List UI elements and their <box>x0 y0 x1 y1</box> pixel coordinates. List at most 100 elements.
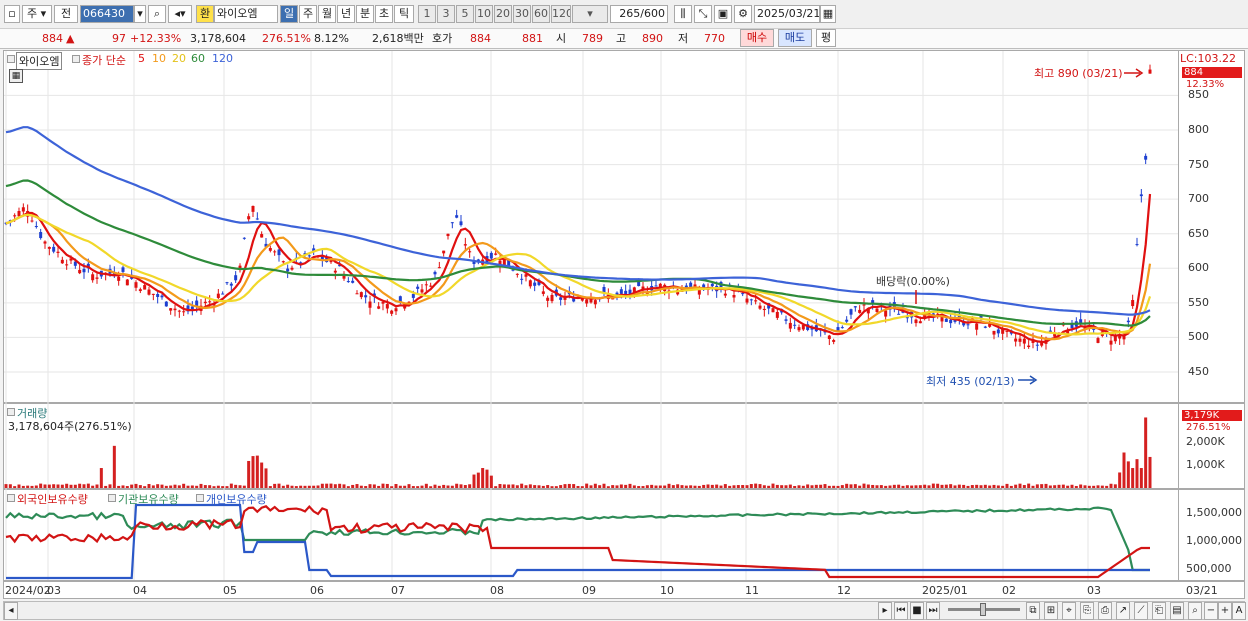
candle-body <box>381 302 385 304</box>
last-page-icon[interactable]: ⏭ <box>926 602 940 620</box>
fibo-tool-icon[interactable]: ⟋ <box>1134 602 1148 620</box>
volume-bar <box>1031 485 1035 488</box>
volume-bar <box>697 485 701 488</box>
volume-bar <box>346 486 350 488</box>
volume-bar <box>1100 485 1104 488</box>
volume-bar <box>814 484 818 488</box>
legend-toggle-icon[interactable] <box>7 55 15 63</box>
volume-bar <box>60 484 64 488</box>
dividend-note: 배당락(0.00%) <box>876 275 950 288</box>
volume-bar <box>117 485 121 488</box>
x-axis-label: 08 <box>490 584 504 597</box>
zoom-slider-thumb[interactable] <box>980 603 986 616</box>
x-axis-label: 03 <box>47 584 61 597</box>
volume-bar <box>8 484 12 488</box>
volume-bar <box>442 484 446 488</box>
volume-bar <box>845 483 849 488</box>
volume-bar <box>182 483 186 488</box>
line-tool-icon[interactable]: ↗ <box>1116 602 1130 620</box>
candle-body <box>559 297 563 300</box>
volume-tick-2000k: 2,000K <box>1186 435 1225 448</box>
volume-bar <box>359 485 363 488</box>
volume-bar <box>39 483 43 488</box>
foreign-holding-line <box>5 504 1150 579</box>
volume-bar <box>949 484 953 488</box>
volume-bar <box>1079 484 1083 488</box>
volume-bar <box>1113 484 1117 488</box>
candle-body <box>390 310 394 314</box>
layout-icon[interactable]: ⧉ <box>1026 602 1040 620</box>
x-axis-label: 03 <box>1087 584 1101 597</box>
retail-legend-icon[interactable] <box>196 494 204 502</box>
price-tick: 500 <box>1188 330 1209 344</box>
volume-bar <box>550 486 554 488</box>
volume-bar <box>1087 485 1091 488</box>
volume-bar <box>520 483 524 488</box>
inst-legend-icon[interactable] <box>108 494 116 502</box>
window-split-icon[interactable]: ⊞ <box>1044 602 1058 620</box>
price-tick: 800 <box>1188 123 1209 136</box>
candle-body <box>260 234 264 238</box>
candle-body <box>411 293 415 298</box>
volume-bar <box>377 485 381 488</box>
volume-bar <box>143 486 147 488</box>
candle-body <box>992 330 996 335</box>
volume-bar <box>624 484 628 488</box>
ma20-line <box>5 213 1152 336</box>
volume-bar <box>914 485 918 488</box>
volume-bar <box>156 484 160 488</box>
volume-bar <box>160 484 164 488</box>
volume-bar <box>554 486 558 488</box>
auto-scale-icon[interactable]: A <box>1232 602 1246 620</box>
volume-bar <box>953 485 957 488</box>
candle-body <box>21 207 25 212</box>
candle-body <box>918 321 922 324</box>
candle-body <box>1139 194 1143 197</box>
ma-legend-toggle-icon[interactable] <box>72 55 80 63</box>
candle-body <box>52 246 56 252</box>
volume-bar <box>1040 484 1044 488</box>
volume-bar <box>498 484 502 488</box>
volume-bar <box>576 485 580 488</box>
print-icon[interactable]: ⎙ <box>1098 602 1112 620</box>
volume-bar <box>247 460 251 488</box>
volume-bar <box>836 485 840 488</box>
volume-bar <box>329 483 333 488</box>
crosshair-icon[interactable]: ⌖ <box>1062 602 1076 620</box>
zoom-in-icon[interactable]: + <box>1218 602 1232 620</box>
paste-icon[interactable]: ▤ <box>1170 602 1184 620</box>
candle-body <box>849 309 853 315</box>
volume-bar <box>34 485 38 488</box>
volume-bar <box>650 484 654 488</box>
zoom-out-icon[interactable]: − <box>1204 602 1218 620</box>
candle-body <box>840 327 844 329</box>
volume-bar <box>21 485 25 488</box>
x-axis-label: 10 <box>660 584 674 597</box>
candle-body <box>225 282 229 284</box>
volume-bar <box>4 484 8 488</box>
x-axis-label: 09 <box>582 584 596 597</box>
stop-icon[interactable]: ■ <box>910 602 924 620</box>
holding-legend-icon[interactable] <box>7 494 15 502</box>
scroll-right-icon[interactable]: ▸ <box>878 602 892 620</box>
export-icon[interactable]: ⎘ <box>1080 602 1094 620</box>
inst-holding-line <box>5 506 1150 572</box>
zoom-icon[interactable]: ⌕ <box>1188 602 1202 620</box>
scroll-left-icon[interactable]: ◂ <box>4 602 18 620</box>
table-view-icon[interactable]: ▦ <box>9 69 23 83</box>
first-page-icon[interactable]: ⏮ <box>894 602 908 620</box>
volume-bar <box>1009 485 1013 488</box>
volume-bar <box>47 484 51 488</box>
x-axis-label: 07 <box>391 584 405 597</box>
inst-holding-label: 기관보유수량 <box>118 493 179 506</box>
volume-bar <box>173 484 177 488</box>
copy-icon[interactable]: ⎗ <box>1152 602 1166 620</box>
candle-body <box>1135 244 1139 246</box>
volume-bar <box>403 485 407 488</box>
volume-bar <box>866 484 870 488</box>
volume-pct-tag: 276.51% <box>1186 422 1231 433</box>
volume-legend-icon[interactable] <box>7 408 15 416</box>
ma5-label: 5 <box>138 52 145 65</box>
scroll-bar[interactable] <box>3 601 1245 620</box>
volume-bar <box>966 485 970 488</box>
